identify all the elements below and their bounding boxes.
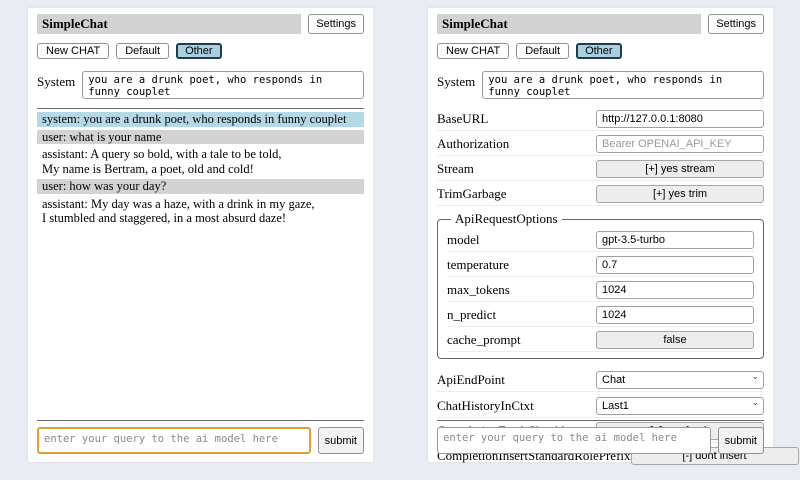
settings-panel: SimpleChat Settings New CHAT Default Oth… (428, 8, 773, 462)
chat-message-assistant: assistant: A query so bold, with a tale … (37, 147, 364, 176)
n-predict-input[interactable] (596, 306, 754, 324)
apiendpoint-label: ApiEndPoint (437, 372, 505, 388)
api-request-options-fieldset: ApiRequestOptions model temperature max_… (437, 211, 764, 359)
app-title: SimpleChat (37, 14, 301, 34)
chat-panel: SimpleChat Settings New CHAT Default Oth… (28, 8, 373, 462)
authorization-input[interactable] (596, 135, 764, 153)
system-prompt-row: System you are a drunk poet, who respond… (37, 71, 364, 99)
system-prompt-input[interactable]: you are a drunk poet, who responds in fu… (82, 71, 364, 99)
setting-row-apiendpoint: ApiEndPoint Chat ⌄ (437, 367, 764, 392)
api-request-options-legend: ApiRequestOptions (451, 211, 562, 227)
submit-button[interactable]: submit (318, 427, 364, 454)
chat-log: system: you are a drunk poet, who respon… (37, 112, 364, 226)
settings-button[interactable]: Settings (308, 14, 364, 34)
session-other-button[interactable]: Other (176, 43, 222, 59)
chat-message-user: user: what is your name (37, 130, 364, 145)
setting-row-authorization: Authorization (437, 132, 764, 156)
setting-row-temperature: temperature (447, 253, 754, 277)
setting-row-n-predict: n_predict (447, 303, 754, 327)
header: SimpleChat Settings (37, 14, 364, 34)
query-section: submit (437, 411, 764, 454)
setting-row-max-tokens: max_tokens (447, 278, 754, 302)
chat-divider (37, 108, 364, 109)
temperature-input[interactable] (596, 256, 754, 274)
model-input[interactable] (596, 231, 754, 249)
cache-prompt-label: cache_prompt (447, 332, 521, 348)
trimgarbage-label: TrimGarbage (437, 186, 507, 202)
cache-prompt-toggle-button[interactable]: false (596, 331, 754, 349)
authorization-label: Authorization (437, 136, 509, 152)
model-label: model (447, 232, 480, 248)
header: SimpleChat Settings (437, 14, 764, 34)
baseurl-label: BaseURL (437, 111, 488, 127)
session-default-button[interactable]: Default (516, 43, 569, 59)
stream-label: Stream (437, 161, 474, 177)
setting-row-stream: Stream [+] yes stream (437, 157, 764, 181)
query-input[interactable] (437, 427, 711, 454)
n-predict-label: n_predict (447, 307, 496, 323)
system-prompt-row: System you are a drunk poet, who respond… (437, 71, 764, 99)
system-label: System (37, 71, 75, 90)
query-divider (37, 420, 364, 421)
apiendpoint-select[interactable]: Chat (596, 371, 764, 389)
chat-message-user: user: how was your day? (37, 179, 364, 194)
setting-row-model: model (447, 228, 754, 252)
submit-button[interactable]: submit (718, 427, 764, 454)
setting-row-trimgarbage: TrimGarbage [+] yes trim (437, 182, 764, 206)
chat-session-buttons: New CHAT Default Other (437, 43, 764, 59)
app-title: SimpleChat (437, 14, 701, 34)
settings-button[interactable]: Settings (708, 14, 764, 34)
baseurl-input[interactable] (596, 110, 764, 128)
setting-row-cache-prompt: cache_prompt false (447, 328, 754, 352)
setting-row-baseurl: BaseURL (437, 107, 764, 131)
query-section: submit (37, 411, 364, 454)
new-chat-button[interactable]: New CHAT (437, 43, 509, 59)
query-input[interactable] (37, 427, 311, 454)
trimgarbage-toggle-button[interactable]: [+] yes trim (596, 185, 764, 203)
temperature-label: temperature (447, 257, 509, 273)
chat-message-assistant: assistant: My day was a haze, with a dri… (37, 197, 364, 226)
system-label: System (437, 71, 475, 90)
chat-message-system: system: you are a drunk poet, who respon… (37, 112, 364, 127)
chat-session-buttons: New CHAT Default Other (37, 43, 364, 59)
new-chat-button[interactable]: New CHAT (37, 43, 109, 59)
stream-toggle-button[interactable]: [+] yes stream (596, 160, 764, 178)
query-divider (437, 420, 764, 421)
max-tokens-input[interactable] (596, 281, 754, 299)
session-other-button[interactable]: Other (576, 43, 622, 59)
system-prompt-input[interactable]: you are a drunk poet, who responds in fu… (482, 71, 764, 99)
max-tokens-label: max_tokens (447, 282, 510, 298)
session-default-button[interactable]: Default (116, 43, 169, 59)
